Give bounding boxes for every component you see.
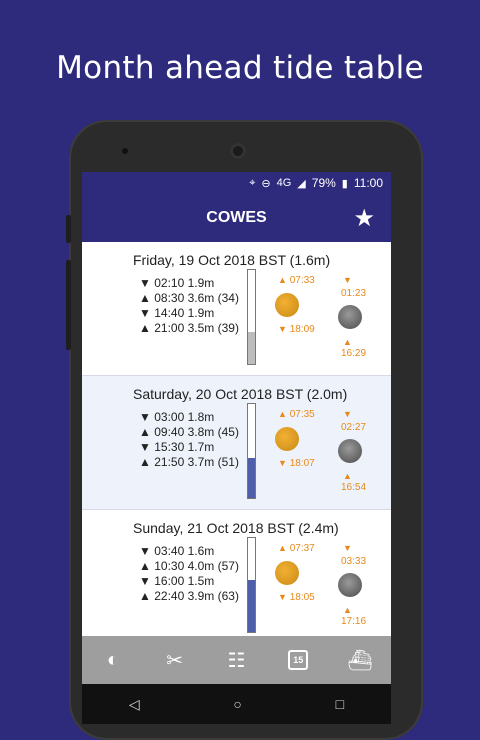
moon-icon: [338, 439, 362, 463]
tide-row: ▼ 15:30 1.7m: [139, 440, 215, 454]
boat-icon[interactable]: ⛴: [347, 647, 373, 673]
tide-times: ▼ 02:10 1.9m ▲ 08:30 3.6m (34) ▼ 14:40 1…: [139, 276, 239, 336]
sunrise-time: ▲ 07:37: [278, 543, 315, 554]
home-icon[interactable]: ○: [233, 696, 241, 712]
tide-level-bar: [247, 269, 256, 365]
moonrise-time: 16:54: [341, 482, 367, 493]
battery-icon: ▮: [341, 177, 348, 190]
day-card[interactable]: Sunday, 21 Oct 2018 BST (2.4m) ▼ 03:40 1…: [82, 510, 391, 636]
tide-row: ▲ 21:00 3.5m (39): [139, 321, 239, 335]
sunset-time: ▼ 18:05: [278, 592, 315, 603]
tide-level-bar: [247, 537, 256, 633]
calendar-icon[interactable]: 15: [285, 647, 311, 673]
page-title: COWES: [206, 209, 267, 226]
tide-row: ▲ 21:50 3.7m (51): [139, 455, 239, 469]
power-button: [66, 260, 71, 350]
headline: Month ahead tide table: [56, 50, 424, 86]
tide-row: ▼ 14:40 1.9m: [139, 306, 215, 320]
tide-row: ▲ 08:30 3.6m (34): [139, 291, 239, 305]
book-icon[interactable]: ☷: [223, 647, 249, 673]
moon-icon: [338, 305, 362, 329]
moonrise-arrow: ▲: [343, 471, 352, 481]
sun-icon: [275, 561, 299, 585]
sun-icon: [275, 293, 299, 317]
tide-row: ▼ 02:10 1.9m: [139, 276, 215, 290]
moonset-arrow: ▼: [343, 409, 352, 419]
back-icon[interactable]: ◁: [129, 696, 140, 713]
day-date: Friday, 19 Oct 2018 BST (1.6m): [133, 252, 331, 268]
moonset-time: 02:27: [341, 422, 367, 433]
moonset-arrow: ▼: [343, 275, 352, 285]
bottom-navigation: ◐ ✂ ☷ 15 ⛴: [82, 636, 391, 684]
recents-icon[interactable]: □: [336, 696, 344, 712]
tide-row: ▲ 22:40 3.9m (63): [139, 589, 239, 603]
tide-level-fill: [248, 457, 255, 498]
day-date: Sunday, 21 Oct 2018 BST (2.4m): [133, 520, 339, 536]
sunset-time: ▼ 18:09: [278, 324, 315, 335]
signal-icon: ◢: [297, 177, 306, 190]
favorite-star-icon[interactable]: ★: [353, 204, 375, 233]
tide-times: ▼ 03:00 1.8m ▲ 09:40 3.8m (45) ▼ 15:30 1…: [139, 410, 239, 470]
moonrise-arrow: ▲: [343, 337, 352, 347]
network-label: 4G: [276, 177, 292, 189]
clock: 11:00: [353, 176, 383, 190]
moonrise-time: 17:16: [341, 616, 367, 627]
status-bar: ⌖ ⊖ 4G ◢ 79% ▮ 11:00: [82, 172, 391, 194]
tide-level-bar: [247, 403, 256, 499]
tide-row: ▲ 10:30 4.0m (57): [139, 559, 239, 573]
tide-list: Friday, 19 Oct 2018 BST (1.6m) ▼ 02:10 1…: [82, 242, 391, 636]
tide-row: ▼ 03:40 1.6m: [139, 544, 215, 558]
sunrise-time: ▲ 07:33: [278, 275, 315, 286]
moonset-arrow: ▼: [343, 543, 352, 553]
moonset-time: 03:33: [341, 556, 367, 567]
compass-icon[interactable]: ◐: [100, 647, 126, 673]
calendar-day: 15: [288, 650, 309, 670]
speaker: [230, 143, 246, 159]
volume-button: [66, 215, 71, 243]
front-camera: [122, 148, 128, 154]
location-icon: ⌖: [249, 176, 256, 189]
sunrise-time: ▲ 07:35: [278, 409, 315, 420]
day-card[interactable]: Saturday, 20 Oct 2018 BST (2.0m) ▼ 03:00…: [82, 376, 391, 510]
moonrise-time: 16:29: [341, 348, 367, 359]
sun-icon: [275, 427, 299, 451]
app-screen: ⌖ ⊖ 4G ◢ 79% ▮ 11:00 COWES ★ Friday, 19 …: [82, 172, 391, 724]
sunset-time: ▼ 18:07: [278, 458, 315, 469]
moon-icon: [338, 573, 362, 597]
moonset-time: 01:23: [341, 288, 367, 299]
battery-percent: 79%: [311, 176, 336, 190]
scissors-icon[interactable]: ✂: [162, 647, 188, 673]
day-card[interactable]: Friday, 19 Oct 2018 BST (1.6m) ▼ 02:10 1…: [82, 242, 391, 376]
tide-row: ▲ 09:40 3.8m (45): [139, 425, 239, 439]
tide-level-fill: [248, 332, 255, 364]
tide-row: ▼ 16:00 1.5m: [139, 574, 215, 588]
day-date: Saturday, 20 Oct 2018 BST (2.0m): [133, 386, 348, 402]
app-bar: COWES ★: [82, 194, 391, 242]
system-navigation: ◁ ○ □: [82, 684, 391, 724]
do-not-disturb-icon: ⊖: [261, 177, 271, 190]
tide-level-fill: [248, 580, 255, 632]
tide-times: ▼ 03:40 1.6m ▲ 10:30 4.0m (57) ▼ 16:00 1…: [139, 544, 239, 604]
moonrise-arrow: ▲: [343, 605, 352, 615]
tide-row: ▼ 03:00 1.8m: [139, 410, 215, 424]
